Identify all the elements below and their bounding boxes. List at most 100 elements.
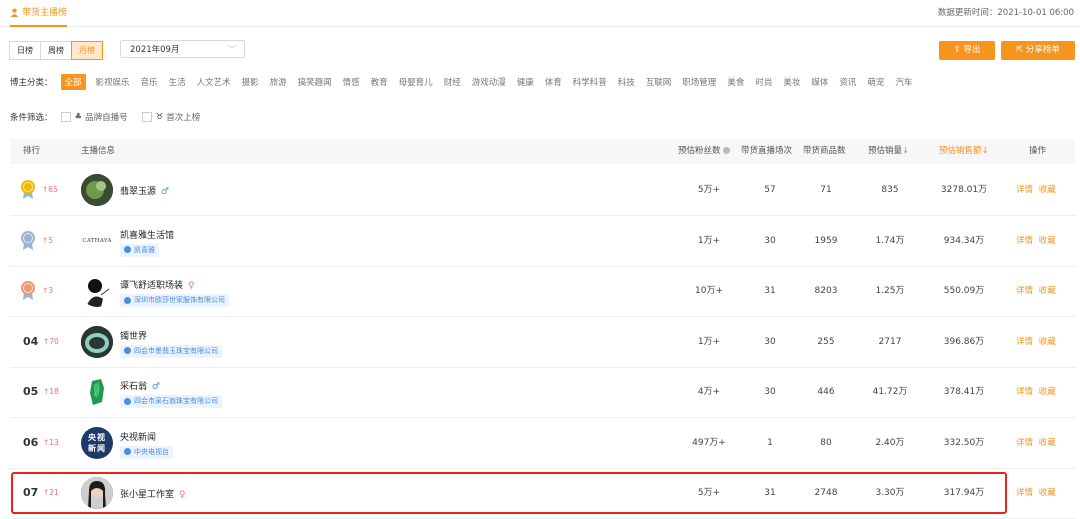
first-checkbox[interactable] [141,112,152,122]
category-item[interactable]: 汽车 [895,76,912,88]
avatar[interactable]: 央视 新闻 [81,426,113,459]
first-filter[interactable]: ♉ 首次上榜 [141,111,201,123]
favorite-link[interactable]: 收藏 [1039,438,1056,448]
category-item[interactable]: 摄影 [242,76,259,88]
category-item[interactable]: 科学科普 [573,76,607,88]
jade-image [90,379,104,405]
streamer-name[interactable]: 采石翁 [120,382,147,392]
category-item[interactable]: 职场管理 [682,76,716,88]
streamer-name-line: 镯世界 [120,329,149,342]
table-header: 排行 主播信息 预估粉丝数 带货直播场次 带货商品数 预估销量↓ 预估销售额↓ … [10,139,1075,164]
detail-link[interactable]: 详情 [1016,286,1033,296]
category-item[interactable]: 媒体 [811,76,828,88]
streamer-name[interactable]: 央视新闻 [120,433,156,443]
header-sales[interactable]: 预估销售额↓ [939,139,989,164]
table-row: ↑5 CATHAYA 凯喜雅生活馆 凯喜雅 1万+ 30 1959 1.74万 … [10,216,1075,267]
detail-link[interactable]: 详情 [1016,236,1033,246]
verified-tag: 中央电视台 [120,445,173,459]
avatar[interactable]: CATHAYA [81,224,113,257]
table-row: 04 ↑70 镯世界 四会市墨翡玉珠宝有限公司 1万+ 30 255 2717 … [10,317,1075,368]
favorite-link[interactable]: 收藏 [1039,387,1056,397]
cctv-logo: 央视 新闻 [88,432,106,453]
verified-tag-label: 中央电视台 [134,447,169,456]
detail-link[interactable]: 详情 [1016,387,1033,397]
header-volume[interactable]: 预估销量↓ [868,139,909,164]
category-item[interactable]: 旅游 [270,76,287,88]
category-item[interactable]: 影视娱乐 [96,76,130,88]
month-button[interactable]: 月榜 [71,41,103,60]
share-icon: ⇱ [1016,45,1024,55]
category-item[interactable]: 游戏动漫 [472,76,506,88]
brand-filter-label: 品牌自播号 [85,113,128,123]
rank-change: ↑65 [42,185,58,194]
goods-cell: 255 [817,336,835,347]
category-item[interactable]: 母婴育儿 [399,76,433,88]
category-item[interactable]: 时尚 [755,76,772,88]
rank-number: 06 [23,435,39,449]
live-cell: 30 [764,387,776,397]
category-item[interactable]: 互联网 [646,76,672,88]
category-item[interactable]: 萌宠 [867,76,884,88]
category-item[interactable]: 人文艺术 [197,76,231,88]
sales-cell: 550.09万 [943,286,985,296]
category-item[interactable]: 体育 [545,76,562,88]
first-filter-label: 首次上榜 [166,113,201,123]
favorite-link[interactable]: 收藏 [1039,236,1056,246]
category-item[interactable]: 美妆 [783,76,800,88]
category-item[interactable]: 搞笑趣闻 [298,76,332,88]
medal-icon [21,180,35,199]
gender-icon: ♂ [151,382,160,392]
brand-checkbox[interactable] [60,112,71,122]
verified-tag-label: 凯喜雅 [134,245,155,254]
category-item[interactable]: 美食 [727,76,744,88]
streamer-name[interactable]: 翡翠玉源 [120,187,156,197]
export-button[interactable]: ⇪ 导出 [939,41,995,60]
tab-ranking[interactable]: 带货主播榜 [10,0,68,27]
avatar[interactable] [81,325,113,358]
table-row: ↑65 翡翠玉源 ♂ 5万+ 57 71 835 3278.01万 详情 收藏 [10,165,1075,216]
category-item[interactable]: 健康 [517,76,534,88]
favorite-link[interactable]: 收藏 [1039,488,1056,498]
detail-link[interactable]: 详情 [1016,488,1033,498]
brand-filter[interactable]: ♣ 品牌自播号 [60,111,128,123]
favorite-link[interactable]: 收藏 [1039,337,1056,347]
header-fans-label: 预估粉丝数 [678,146,721,156]
header-volume-label: 预估销量 [868,146,903,156]
streamer-name[interactable]: 凯喜雅生活馆 [120,231,174,241]
favorite-link[interactable]: 收藏 [1039,185,1056,195]
category-item[interactable]: 资讯 [839,76,856,88]
avatar[interactable] [81,174,113,206]
avatar[interactable] [81,275,113,307]
category-item[interactable]: 财经 [444,76,461,88]
category-item[interactable]: 情感 [343,76,360,88]
detail-link[interactable]: 详情 [1016,337,1033,347]
detail-link[interactable]: 详情 [1016,438,1033,448]
header-fans[interactable]: 预估粉丝数 [678,139,731,164]
cathaya-logo: CATHAYA [82,237,112,244]
streamer-name[interactable]: 谭飞舒适职场装 [120,281,183,291]
avatar[interactable] [81,376,113,408]
week-button[interactable]: 周榜 [40,41,72,60]
category-item[interactable]: 教育 [371,76,388,88]
category-item[interactable]: 科技 [618,76,635,88]
fans-cell: 1万+ [697,336,721,347]
streamer-name-line: 采石翁 ♂ [120,379,160,392]
volume-cell: 1.25万 [875,286,905,296]
detail-link[interactable]: 详情 [1016,185,1033,195]
day-button[interactable]: 日榜 [9,41,41,60]
gender-icon: ♂ [160,187,169,197]
export-label: 导出 [963,45,981,55]
sort-icon: ↓ [981,146,989,156]
share-button[interactable]: ⇱ 分享榜单 [1001,41,1075,60]
favorite-link[interactable]: 收藏 [1039,286,1056,296]
category-item[interactable]: 音乐 [141,76,158,88]
category-item[interactable]: 生活 [169,76,186,88]
month-select[interactable]: 2021年09月 ﹀ [120,40,245,58]
category-item[interactable]: 全部 [60,74,86,90]
streamer-name[interactable]: 镯世界 [120,332,147,342]
op-links: 详情 收藏 [1016,165,1056,215]
brand-icon: ♣ [74,112,83,122]
update-time: 数据更新时间：2021-10-01 06:00 [937,8,1074,18]
goods-cell: 8203 [814,286,838,296]
ranking-page: { "header": { "active_tab": "带货主播榜", "up… [0,0,1080,519]
